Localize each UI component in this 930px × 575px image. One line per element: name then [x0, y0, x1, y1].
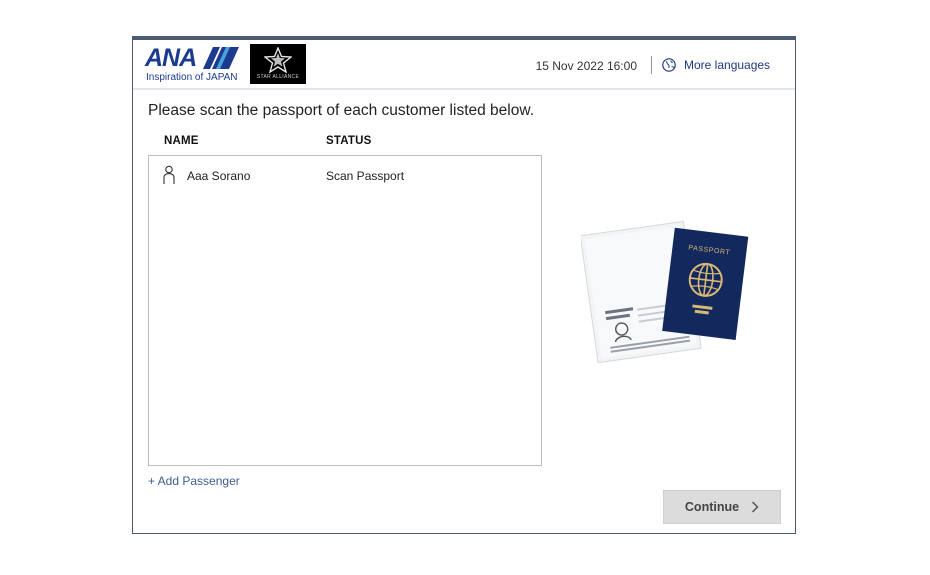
- instruction-text: Please scan the passport of each custome…: [148, 102, 534, 119]
- column-header-status: STATUS: [326, 135, 372, 147]
- column-header-name: NAME: [164, 135, 199, 147]
- passport-illustration: PASSPORT: [581, 220, 749, 364]
- continue-button[interactable]: Continue: [663, 490, 781, 524]
- ana-logo: ANA Inspiration of JAPAN: [145, 45, 241, 85]
- more-languages-label: More languages: [684, 58, 771, 72]
- kiosk-frame: ANA Inspiration of JAPAN STAR ALLIANCE 1…: [132, 36, 796, 534]
- add-passenger-link[interactable]: + Add Passenger: [148, 474, 240, 488]
- passenger-list[interactable]: Aaa Sorano Scan Passport: [148, 155, 542, 466]
- header-divider: [651, 56, 652, 74]
- passenger-row[interactable]: Aaa Sorano Scan Passport: [149, 164, 541, 188]
- ana-logo-stripes-icon: [203, 47, 239, 69]
- star-alliance-logo: STAR ALLIANCE: [250, 44, 306, 84]
- header-bar: ANA Inspiration of JAPAN STAR ALLIANCE 1…: [133, 40, 795, 90]
- passenger-name: Aaa Sorano: [187, 169, 251, 183]
- more-languages-button[interactable]: More languages: [662, 55, 770, 75]
- star-alliance-text: STAR ALLIANCE: [256, 74, 300, 80]
- passenger-status: Scan Passport: [326, 169, 405, 183]
- ana-logo-wordmark: ANA: [145, 44, 197, 72]
- person-icon: [163, 165, 175, 184]
- continue-label: Continue: [684, 500, 740, 514]
- ana-logo-tagline: Inspiration of JAPAN: [146, 72, 238, 83]
- header-datetime: 15 Nov 2022 16:00: [535, 59, 637, 73]
- globe-icon: [662, 58, 676, 72]
- star-alliance-star-icon: [264, 47, 292, 73]
- chevron-right-icon: [752, 501, 759, 513]
